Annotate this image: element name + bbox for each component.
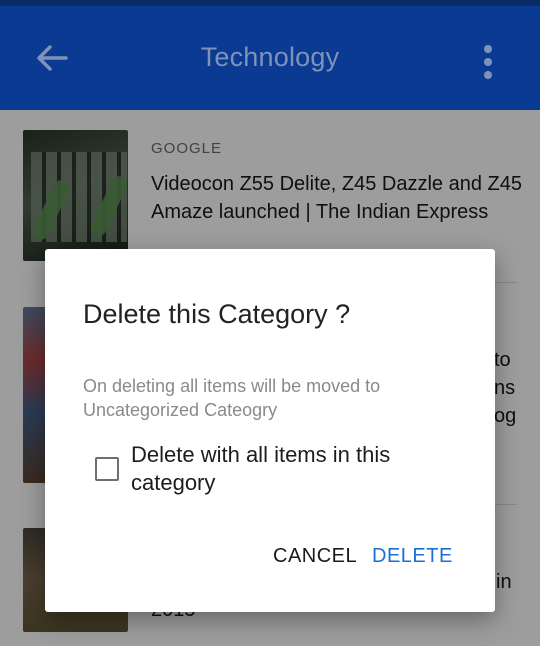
dialog-title: Delete this Category ? [83,299,351,329]
delete-category-dialog: Delete this Category ? On deleting all i… [45,249,495,612]
checkbox-label: Delete with all items in this category [131,442,391,495]
cancel-button[interactable]: CANCEL [273,545,357,568]
delete-all-items-option[interactable]: Delete with all items in this category [93,441,463,505]
delete-button[interactable]: DELETE [372,545,453,568]
delete-all-items-checkbox[interactable] [95,457,119,481]
dialog-message: On deleting all items will be moved to U… [83,376,381,420]
